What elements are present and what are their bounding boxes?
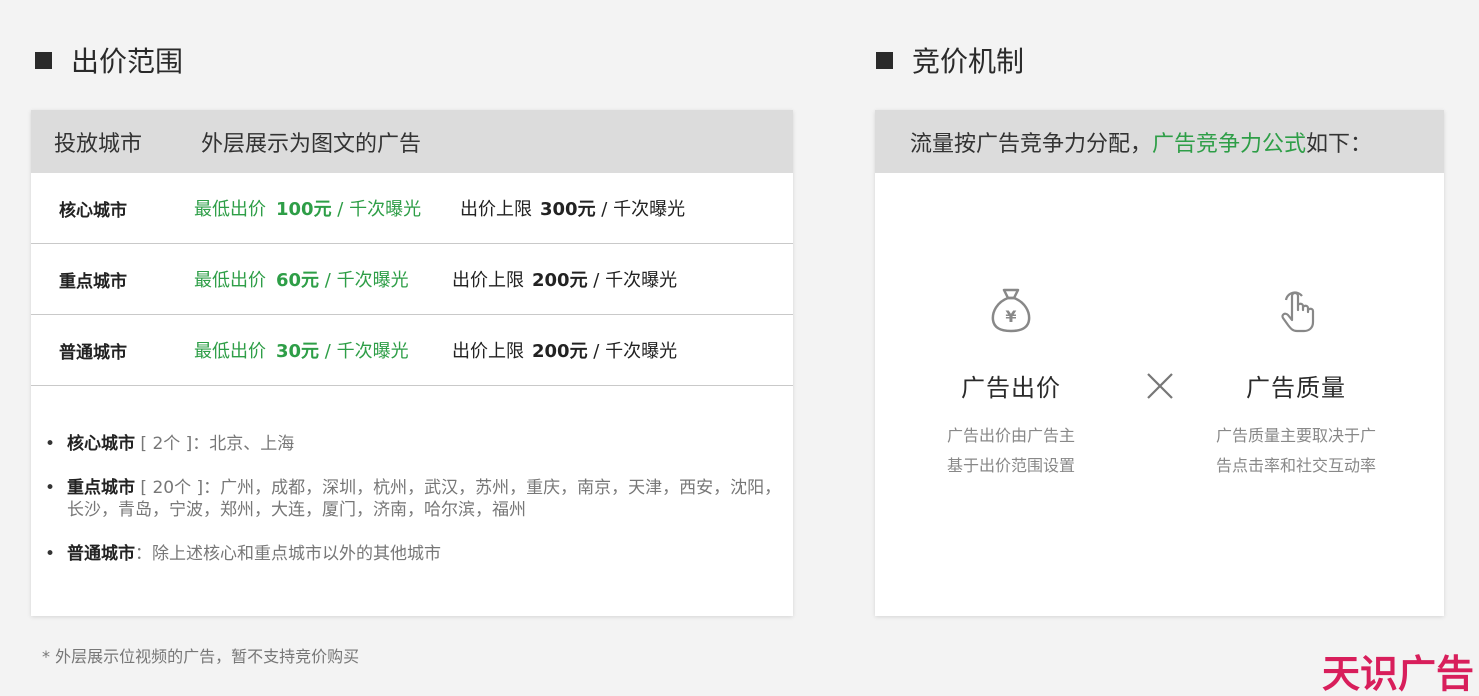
list-item: 普通城市：除上述核心和重点城市以外的其他城市 <box>45 543 785 565</box>
multiply-icon <box>1147 373 1173 399</box>
footnote: * 外层展示位视频的广告，暂不支持竞价购买 <box>42 647 360 666</box>
bidding-mechanism-card: 流量按广告竞争力分配， 广告竞争力公式 如下： ¥ 广告出价 广告出价由广告主 基于… <box>875 110 1444 616</box>
bidding-mechanism-title-text: 竞价机制 <box>912 45 1025 78</box>
city-tier-label: 重点城市 <box>59 271 127 292</box>
header-city-label: 投放城市 <box>54 131 143 157</box>
svg-text:¥: ¥ <box>1005 307 1016 326</box>
min-bid: 最低出价 30元 / 千次曝光 <box>194 341 409 362</box>
square-bullet-icon <box>876 51 893 69</box>
min-bid: 最低出价 60元 / 千次曝光 <box>194 270 409 291</box>
square-bullet-icon <box>35 51 52 69</box>
factor-description: 广告出价由广告主 基于出价范围设置 <box>946 426 1075 475</box>
list-item: 重点城市 [ 20个 ]：广州，成都，深圳，杭州，武汉，苏州，重庆，南京，天津，… <box>45 477 785 521</box>
bid-range-card: 投放城市 外层展示为图文的广告 核心城市 最低出价 100元 / 千次曝光 出价上… <box>31 110 793 616</box>
tap-hand-icon <box>1281 291 1315 333</box>
table-row: 核心城市 最低出价 100元 / 千次曝光 出价上限 300元 / 千次曝光 <box>31 173 793 244</box>
factor-title: 广告出价 <box>961 374 1061 402</box>
bid-range-title: 出价范围 <box>35 40 183 80</box>
brand-logo: 天识广告 <box>1322 652 1475 696</box>
city-tier-label: 普通城市 <box>59 342 127 363</box>
max-bid: 出价上限 200元 / 千次曝光 <box>452 341 678 362</box>
max-bid: 出价上限 200元 / 千次曝光 <box>452 270 678 291</box>
max-bid: 出价上限 300元 / 千次曝光 <box>460 199 686 220</box>
bid-range-table-header: 投放城市 外层展示为图文的广告 <box>31 110 793 173</box>
city-tier-label: 核心城市 <box>59 200 127 221</box>
header-ad-label: 外层展示为图文的广告 <box>201 131 422 157</box>
table-row: 普通城市 最低出价 30元 / 千次曝光 出价上限 200元 / 千次曝光 <box>31 315 793 386</box>
factor-description: 广告质量主要取决于广 告点击率和社交互动率 <box>1215 426 1376 475</box>
min-bid: 最低出价 100元 / 千次曝光 <box>194 199 422 220</box>
bidding-mechanism-title: 竞价机制 <box>876 40 1024 80</box>
list-item: 核心城市 [ 2个 ]：北京、上海 <box>45 433 785 455</box>
bid-range-title-text: 出价范围 <box>71 45 184 78</box>
factor-bid-price: ¥ 广告出价 广告出价由广告主 基于出价范围设置 <box>927 286 1095 481</box>
table-row: 重点城市 最低出价 60元 / 千次曝光 出价上限 200元 / 千次曝光 <box>31 244 793 315</box>
city-tier-list: 核心城市 [ 2个 ]：北京、上海 重点城市 [ 20个 ]：广州，成都，深圳，… <box>45 433 785 587</box>
formula-highlight: 广告竞争力公式 <box>1152 131 1307 157</box>
factor-ad-quality: 广告质量 广告质量主要取决于广 告点击率和社交互动率 <box>1206 286 1386 481</box>
bidding-formula-header: 流量按广告竞争力分配， 广告竞争力公式 如下： <box>875 110 1444 173</box>
factor-title: 广告质量 <box>1246 374 1346 402</box>
money-bag-icon: ¥ <box>991 288 1031 333</box>
